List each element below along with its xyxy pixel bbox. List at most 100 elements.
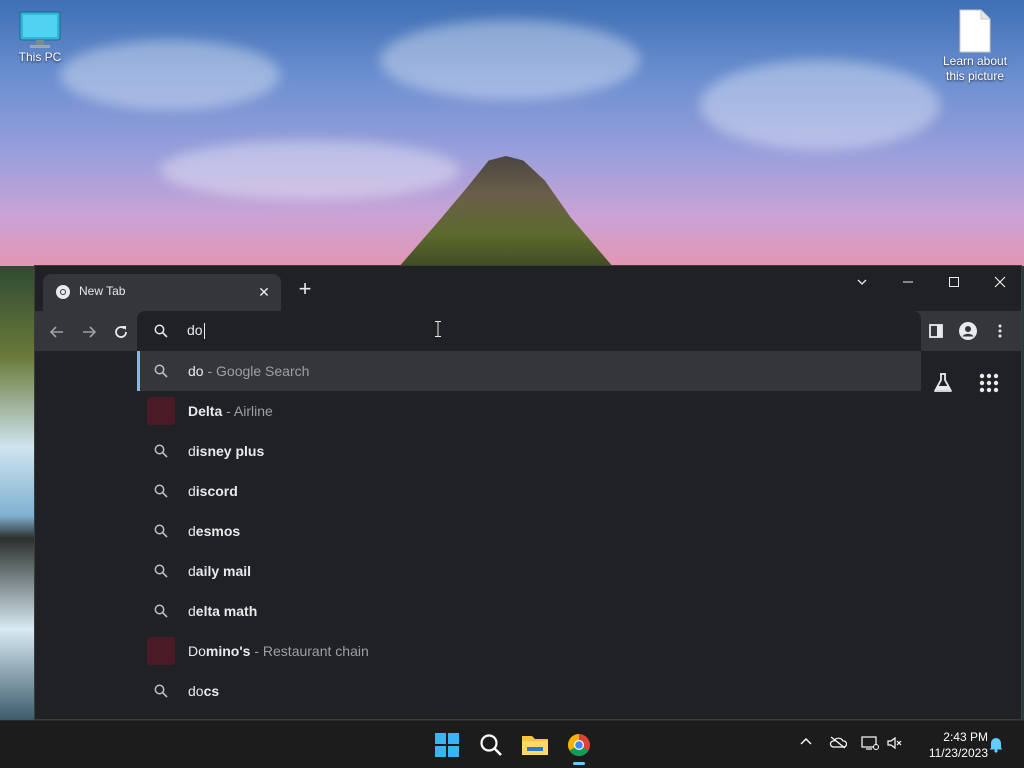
search-icon [154, 684, 168, 698]
reload-button[interactable] [109, 319, 133, 343]
chrome-icon [56, 285, 70, 299]
suggestion-completion: isney plus [195, 443, 265, 459]
network-icon[interactable] [861, 735, 879, 753]
sky-cloud [700, 60, 940, 150]
search-icon [154, 604, 168, 618]
omnibox-input[interactable]: do [187, 322, 787, 340]
suggestion-sub: - Restaurant chain [254, 643, 369, 659]
search-icon [154, 444, 168, 458]
suggestion-text: desmos [188, 523, 240, 539]
suggestion-sub: - Airline [226, 403, 273, 419]
suggestion-row[interactable]: Delta - Airline [137, 391, 921, 431]
reload-icon [115, 326, 127, 339]
monitor-icon [19, 11, 61, 48]
browser-window: New Tab ✕ + do do - Google Search Delta … [34, 265, 1022, 720]
taskbar: 2:43 PM 11/23/2023 [0, 720, 1024, 768]
clock[interactable]: 2:43 PM 11/23/2023 [929, 729, 988, 761]
back-button[interactable] [45, 319, 69, 343]
tab-search-chevron-icon[interactable] [839, 266, 885, 296]
omnibox-suggestions: do - Google Search Delta - Airline disne… [137, 351, 921, 719]
suggestion-row[interactable]: disney plus [137, 431, 921, 471]
windows-start-icon [435, 733, 459, 757]
tab-strip: New Tab ✕ + [35, 266, 1021, 311]
suggestion-typed: do [188, 683, 204, 699]
suggestion-typed: d [188, 563, 196, 579]
document-icon [959, 9, 991, 53]
ibeam-cursor-icon [435, 321, 441, 337]
chrome-icon [568, 734, 590, 756]
kebab-menu-icon [998, 324, 1002, 338]
suggestion-completion: esmos [195, 523, 241, 539]
suggestion-row[interactable]: do - Google Search [137, 351, 921, 391]
arrow-right-icon [83, 326, 97, 338]
tab-title: New Tab [79, 284, 126, 298]
search-icon [154, 324, 168, 338]
search-icon [154, 484, 168, 498]
new-tab-page-left [35, 351, 137, 719]
sky-cloud [380, 20, 640, 100]
suggestion-row[interactable]: Domino's - Restaurant chain [137, 631, 921, 671]
suggestion-row[interactable]: daily mail [137, 551, 921, 591]
onedrive-icon[interactable] [829, 735, 848, 753]
suggestion-typed: Do [188, 643, 206, 659]
suggestion-text: daily mail [188, 563, 251, 579]
suggestion-row[interactable]: delta math [137, 591, 921, 631]
entity-thumbnail [147, 397, 175, 425]
file-explorer-button[interactable] [517, 727, 553, 763]
suggestion-completion: mino's [205, 643, 251, 659]
wallpaper-waterfall [0, 266, 34, 720]
suggestion-completion: cs [203, 683, 220, 699]
suggestion-typed: do [188, 363, 204, 379]
notification-bell-icon[interactable] [987, 735, 1005, 753]
search-icon [154, 564, 168, 578]
suggestion-row[interactable]: docs [137, 671, 921, 711]
suggestion-sub: - Google Search [207, 363, 310, 379]
suggestion-typed: d [188, 443, 196, 459]
minimize-button[interactable] [885, 266, 931, 296]
suggestion-typed: d [188, 603, 196, 619]
desktop-icon-this-pc[interactable]: This PC [0, 10, 80, 65]
omnibox[interactable]: do [137, 311, 921, 351]
suggestion-text: Delta - Airline [188, 403, 273, 419]
suggestion-text: docs [188, 683, 219, 699]
new-tab-page-right [921, 351, 1021, 719]
profile-button[interactable] [956, 319, 980, 343]
suggestion-text: do - Google Search [188, 363, 309, 379]
taskbar-search-button[interactable] [473, 727, 509, 763]
side-panel-icon [929, 323, 943, 338]
apps-grid-icon[interactable] [977, 371, 1001, 395]
desktop-icon-learn-about-picture[interactable]: Learn about this picture [935, 8, 1015, 84]
volume-muted-icon[interactable] [886, 735, 904, 753]
sky-cloud [160, 140, 460, 200]
desktop-icon-label: Learn about this picture [942, 54, 1008, 83]
menu-button[interactable] [988, 319, 1012, 343]
sky-cloud [60, 40, 280, 110]
show-hidden-icons-chevron-icon[interactable] [797, 735, 815, 753]
profile-icon [959, 321, 977, 340]
suggestion-text: disney plus [188, 443, 264, 459]
forward-button[interactable] [77, 319, 101, 343]
suggestion-row[interactable]: desmos [137, 511, 921, 551]
arrow-left-icon [49, 326, 63, 338]
labs-flask-icon[interactable] [931, 371, 955, 395]
clock-date: 11/23/2023 [928, 746, 988, 760]
tab-new-tab[interactable]: New Tab ✕ [43, 274, 281, 311]
chrome-taskbar-button[interactable] [561, 727, 597, 765]
side-panel-button[interactable] [924, 319, 948, 343]
close-window-button[interactable] [977, 266, 1021, 296]
search-icon [154, 364, 168, 378]
start-button[interactable] [429, 727, 465, 763]
suggestion-text: delta math [188, 603, 257, 619]
desktop-icon-label: This PC [18, 50, 62, 64]
suggestion-row[interactable]: discord [137, 471, 921, 511]
search-icon [154, 524, 168, 538]
suggestion-completion: aily mail [195, 563, 252, 579]
close-icon[interactable]: ✕ [255, 283, 273, 301]
suggestion-typed: d [188, 483, 196, 499]
text-caret [203, 323, 205, 340]
suggestion-completion: iscord [195, 483, 238, 499]
new-tab-button[interactable]: + [293, 278, 317, 302]
file-explorer-icon [522, 736, 548, 755]
maximize-button[interactable] [931, 266, 977, 296]
suggestion-typed: d [188, 523, 196, 539]
